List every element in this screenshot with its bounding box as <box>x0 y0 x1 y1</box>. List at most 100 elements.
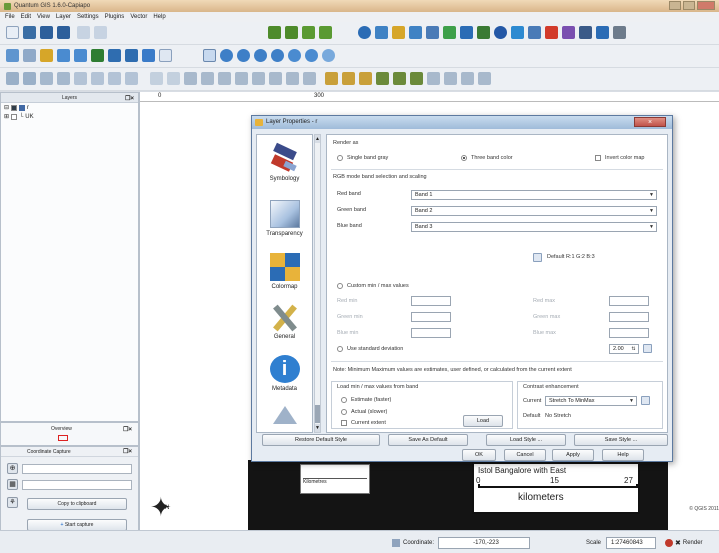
contrast-current-select[interactable]: Stretch To MinMax ▼ <box>545 396 637 406</box>
zoom-in-icon[interactable] <box>220 49 233 62</box>
add-wms-icon[interactable] <box>358 26 371 39</box>
undo-icon[interactable] <box>150 72 163 85</box>
sidebar-item-transparency[interactable]: Transparency <box>257 200 312 237</box>
layer-visibility-checkbox[interactable] <box>11 113 18 120</box>
apply-std-dev-icon[interactable] <box>643 344 652 353</box>
sidebar-item-general[interactable]: General <box>257 303 312 340</box>
custom-minmax-radio[interactable] <box>337 283 343 289</box>
menu-plugins[interactable]: Plugins <box>105 14 125 20</box>
label-tool-icon[interactable] <box>325 72 338 85</box>
layer-green-icon[interactable] <box>443 26 456 39</box>
digitize-icon[interactable] <box>6 49 19 62</box>
zoom-layer-icon[interactable] <box>125 49 138 62</box>
terrain-icon[interactable] <box>477 26 490 39</box>
crosshair-icon[interactable]: ⊕ <box>7 463 18 474</box>
close-button[interactable] <box>697 1 715 10</box>
measure-icon[interactable] <box>74 49 87 62</box>
camera-icon[interactable] <box>613 26 626 39</box>
cut-icon[interactable] <box>108 72 121 85</box>
merge-icon[interactable] <box>303 72 316 85</box>
scroll-down-icon[interactable]: ▼ <box>315 424 320 432</box>
zoom-selection-icon[interactable] <box>271 49 284 62</box>
new-shapefile-icon[interactable] <box>392 26 405 39</box>
redo-icon[interactable] <box>167 72 180 85</box>
attribute-table-icon[interactable] <box>91 49 104 62</box>
track-icon[interactable]: ⚘ <box>7 497 18 508</box>
star-icon[interactable] <box>142 49 155 62</box>
restore-default-style-button[interactable]: Restore Default Style <box>262 434 380 446</box>
field-calc-icon[interactable] <box>108 49 121 62</box>
red-min-field[interactable] <box>411 296 451 306</box>
cancel-button[interactable]: Cancel <box>504 449 546 461</box>
estimate-radio[interactable] <box>341 397 347 403</box>
grid-tool-icon[interactable] <box>461 72 474 85</box>
contrast-default-icon[interactable] <box>641 396 650 405</box>
coordinate-field[interactable]: -170,-223 <box>438 536 530 549</box>
blue-min-field[interactable] <box>411 328 451 338</box>
capture-x-field[interactable] <box>22 463 132 474</box>
layer-item-r[interactable]: ⊟ r <box>1 103 138 112</box>
zoom-next-icon[interactable] <box>305 49 318 62</box>
sidebar-item-metadata[interactable]: i Metadata <box>257 355 312 392</box>
expand-icon[interactable]: ⊟ <box>4 104 9 111</box>
chart-icon[interactable] <box>562 26 575 39</box>
label-change-icon[interactable] <box>410 72 423 85</box>
render-toggle[interactable]: ✖ Render <box>665 536 703 549</box>
move-feature-icon[interactable] <box>57 72 70 85</box>
grid-icon[interactable] <box>596 26 609 39</box>
zoom-last-icon[interactable] <box>288 49 301 62</box>
apply-button[interactable]: Apply <box>552 449 594 461</box>
identify-icon[interactable] <box>40 49 53 62</box>
minimize-button[interactable] <box>669 1 681 10</box>
pan-icon[interactable] <box>23 49 36 62</box>
menu-edit[interactable]: Edit <box>21 14 31 20</box>
sidebar-item-pyramids[interactable] <box>257 403 312 430</box>
zoom-full-icon[interactable] <box>254 49 267 62</box>
spin-arrows-icon[interactable]: ⇅ <box>630 346 637 352</box>
reshape-icon[interactable] <box>269 72 282 85</box>
offset-icon[interactable] <box>444 72 457 85</box>
save-as-default-button[interactable]: Save As Default <box>388 434 468 446</box>
label-show-icon[interactable] <box>376 72 389 85</box>
menu-settings[interactable]: Settings <box>77 14 99 20</box>
add-ring-icon[interactable] <box>201 72 214 85</box>
add-part-icon[interactable] <box>218 72 231 85</box>
layer-visibility-checkbox[interactable] <box>11 104 18 111</box>
add-wfs-icon[interactable] <box>375 26 388 39</box>
frame-icon[interactable] <box>159 49 172 62</box>
menu-vector[interactable]: Vector <box>130 14 147 20</box>
delete-ring-icon[interactable] <box>235 72 248 85</box>
green-band-select[interactable]: Band 2 ▼ <box>411 206 657 216</box>
scroll-up-icon[interactable]: ▲ <box>315 135 320 143</box>
select-icon[interactable] <box>57 49 70 62</box>
scale-field[interactable]: 1:27460843 <box>606 536 656 549</box>
add-raster-icon[interactable] <box>285 26 298 39</box>
single-band-gray-radio[interactable] <box>337 155 343 161</box>
save-edits-icon[interactable] <box>23 72 36 85</box>
stop-render-icon[interactable] <box>665 538 673 547</box>
delete-part-icon[interactable] <box>252 72 265 85</box>
label-pin-icon[interactable] <box>393 72 406 85</box>
ok-button[interactable]: OK <box>462 449 496 461</box>
db-icon[interactable] <box>528 26 541 39</box>
delete-selected-icon[interactable] <box>91 72 104 85</box>
load-style-button[interactable]: Load Style ... <box>486 434 566 446</box>
sidebar-scrollbar[interactable]: ▲ ▼ <box>314 134 321 433</box>
grid-icon[interactable]: ▦ <box>7 479 18 490</box>
expand-icon[interactable]: ⊞ <box>4 113 9 120</box>
open-project-icon[interactable] <box>23 26 36 39</box>
three-band-color-radio[interactable] <box>461 155 467 161</box>
panel-float-close-icon[interactable]: ❐× <box>123 447 132 457</box>
panel-float-close-icon[interactable]: ❐× <box>123 426 132 433</box>
sidebar-item-symbology[interactable]: Symbology <box>257 142 312 182</box>
std-dev-spinbox[interactable]: 2.00 ⇅ <box>609 344 639 354</box>
toggle-edit-icon[interactable] <box>6 72 19 85</box>
capture-y-field[interactable] <box>22 479 132 490</box>
add-spatialite-icon[interactable] <box>319 26 332 39</box>
python-icon[interactable] <box>511 26 524 39</box>
panel-float-close-icon[interactable]: ❐× <box>125 94 134 104</box>
layer-item-uk[interactable]: ⊞ └ UK <box>1 112 138 121</box>
blue-max-field[interactable] <box>609 328 649 338</box>
pan-map-icon[interactable] <box>203 49 216 62</box>
red-max-field[interactable] <box>609 296 649 306</box>
